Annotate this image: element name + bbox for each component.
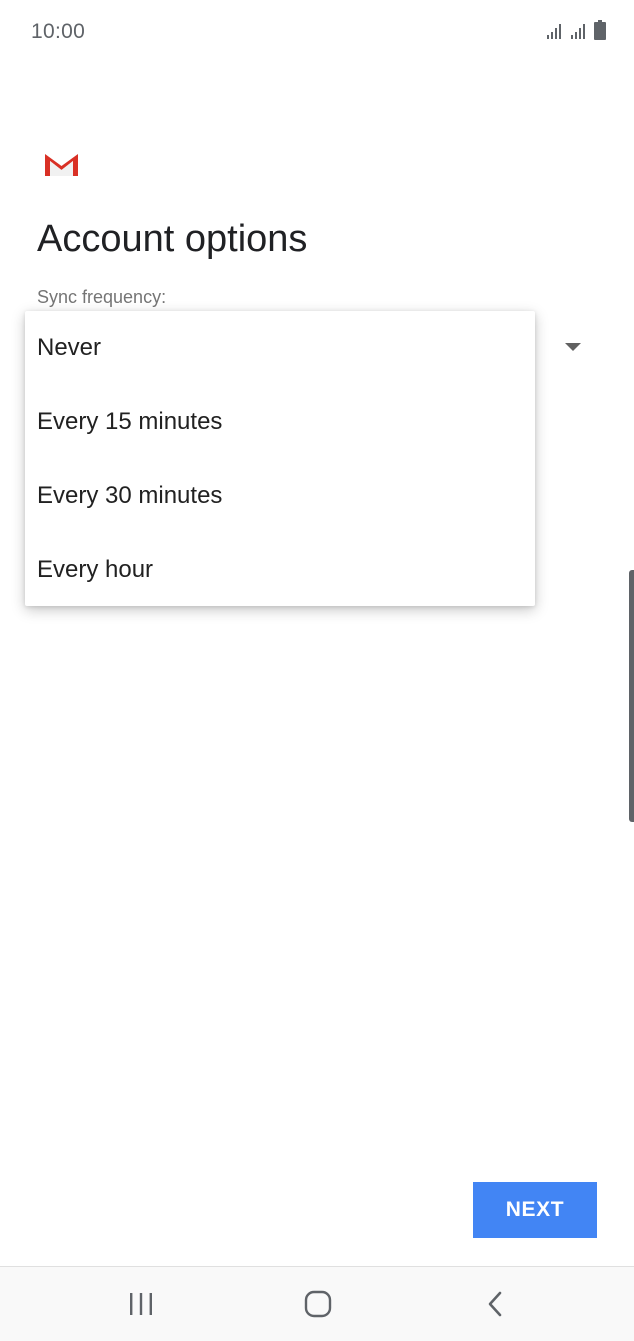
battery-icon xyxy=(594,20,606,40)
signal-icon xyxy=(571,24,585,39)
status-time: 10:00 xyxy=(31,20,86,43)
back-button[interactable] xyxy=(445,1267,545,1341)
sync-frequency-dropdown: Never Every 15 minutes Every 30 minutes … xyxy=(25,311,535,606)
option-every-hour[interactable]: Every hour xyxy=(25,533,535,607)
signal-icon xyxy=(547,24,561,39)
option-never[interactable]: Never xyxy=(25,311,535,385)
option-every-15-minutes[interactable]: Every 15 minutes xyxy=(25,385,535,459)
status-icons xyxy=(546,20,606,40)
back-icon xyxy=(488,1291,502,1317)
status-bar: 10:00 xyxy=(0,0,634,64)
gmail-logo-icon xyxy=(43,150,80,178)
dropdown-arrow-icon[interactable] xyxy=(565,343,581,351)
home-button[interactable] xyxy=(268,1267,368,1341)
page-title: Account options xyxy=(37,218,308,260)
recent-apps-icon xyxy=(130,1293,152,1315)
system-nav-bar xyxy=(0,1266,634,1341)
scroll-indicator[interactable] xyxy=(629,570,634,822)
recent-apps-button[interactable] xyxy=(91,1267,191,1341)
sync-frequency-label: Sync frequency: xyxy=(37,287,167,307)
option-every-30-minutes[interactable]: Every 30 minutes xyxy=(25,459,535,533)
next-button[interactable]: NEXT xyxy=(473,1182,597,1238)
home-icon xyxy=(304,1290,332,1318)
